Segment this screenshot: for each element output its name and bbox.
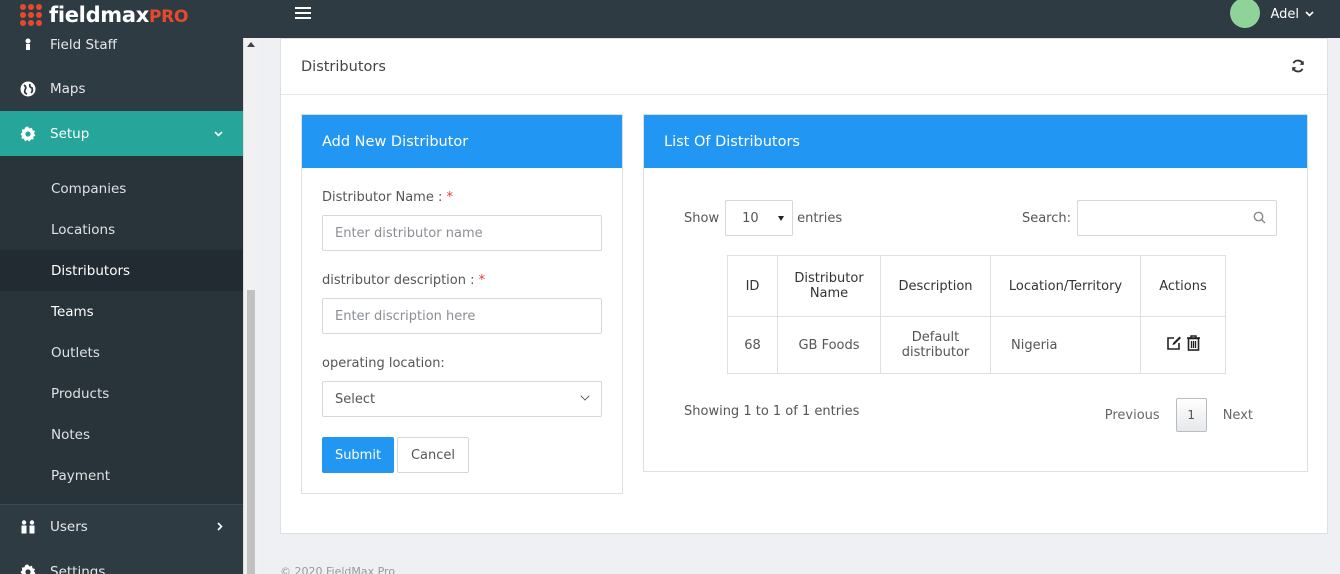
operating-location-label: operating location: (322, 356, 445, 371)
chevron-down-icon (214, 127, 223, 140)
sidebar-item-products[interactable]: Products (0, 373, 243, 414)
sidebar: Field Staff Maps Setup Companies Locatio… (0, 38, 243, 574)
gear-icon (20, 126, 36, 142)
cell-name: GB Foods (777, 316, 881, 374)
user-name: Adel (1270, 6, 1299, 22)
chevron-down-icon (580, 391, 590, 401)
entries-length-control: Show 10 entries (684, 200, 842, 236)
sidebar-item-label: Settings (50, 563, 106, 574)
column-header-id[interactable]: ID (727, 255, 778, 317)
scrollbar-thumb[interactable] (247, 290, 255, 574)
distributor-list-panel: List Of Distributors Show 10 entries Sea… (643, 114, 1308, 472)
brand-name: fieldmax (49, 3, 150, 27)
table-search: Search: (1022, 200, 1277, 236)
sidebar-item-field-staff[interactable]: Field Staff (0, 38, 243, 53)
entries-select[interactable]: 10 (725, 200, 794, 236)
operating-location-value: Select (335, 391, 376, 407)
menu-toggle-icon[interactable] (295, 7, 311, 20)
sidebar-item-companies[interactable]: Companies (0, 168, 243, 209)
entries-value: 10 (742, 210, 759, 226)
sidebar-scrollbar[interactable] (243, 38, 258, 574)
cell-id: 68 (727, 316, 778, 374)
page-title: Distributors (281, 39, 1327, 95)
refresh-icon[interactable] (1291, 59, 1307, 75)
sidebar-item-teams[interactable]: Teams (0, 291, 243, 332)
table-header-row: ID Distributor Name Description Location… (727, 255, 1226, 317)
sidebar-item-notes[interactable]: Notes (0, 414, 243, 455)
scroll-up-arrow-icon[interactable] (247, 42, 255, 47)
distributor-name-field[interactable] (322, 215, 602, 251)
search-icon (1253, 211, 1266, 228)
cell-location: Nigeria (990, 316, 1141, 374)
chevron-down-icon (1305, 9, 1314, 20)
page-button-1[interactable]: 1 (1175, 398, 1207, 432)
distributors-table: ID Distributor Name Description Location… (727, 255, 1226, 374)
distributor-name-label: Distributor Name : * (322, 190, 453, 205)
column-header-location[interactable]: Location/Territory (990, 255, 1141, 317)
column-header-actions: Actions (1140, 255, 1226, 317)
entries-label: entries (797, 210, 843, 226)
chevron-right-icon (217, 521, 223, 534)
search-input[interactable] (1077, 200, 1277, 236)
person-pin-icon (20, 38, 36, 53)
top-bar: fieldmaxPRO Adel (0, 0, 1340, 38)
sidebar-item-distributors[interactable]: Distributors (0, 250, 243, 291)
delete-icon[interactable] (1186, 335, 1201, 351)
distributor-description-field[interactable] (322, 298, 602, 334)
sidebar-item-label: Maps (50, 80, 86, 97)
sidebar-item-label: Users (50, 519, 88, 535)
caret-down-icon (778, 216, 785, 221)
brand-suffix: PRO (149, 7, 189, 27)
sidebar-item-users[interactable]: Users (0, 505, 243, 549)
table-row: 68 GB Foods Default distributor Nigeria (727, 316, 1226, 374)
user-menu[interactable]: Adel (1230, 0, 1314, 28)
sidebar-item-label: Setup (50, 125, 90, 142)
pagination: Previous 1 Next (1105, 398, 1253, 432)
sidebar-item-label: Field Staff (50, 38, 117, 53)
avatar[interactable] (1230, 0, 1261, 28)
table-info: Showing 1 to 1 of 1 entries (684, 404, 860, 419)
column-header-description[interactable]: Description (880, 255, 991, 317)
globe-icon (20, 81, 36, 97)
setup-submenu: Companies Locations Distributors Teams O… (0, 156, 243, 504)
list-title: List Of Distributors (644, 115, 1307, 168)
submit-button[interactable]: Submit (322, 437, 394, 473)
cell-description: Default distributor (880, 316, 991, 374)
form-title: Add New Distributor (302, 115, 622, 168)
sidebar-item-locations[interactable]: Locations (0, 209, 243, 250)
sidebar-item-setup[interactable]: Setup (0, 111, 243, 156)
show-label: Show (684, 210, 720, 226)
search-label: Search: (1021, 210, 1071, 226)
sidebar-item-settings[interactable]: Settings (0, 549, 243, 574)
sidebar-item-maps[interactable]: Maps (0, 66, 243, 111)
brand-logo[interactable]: fieldmaxPRO (20, 0, 188, 30)
sidebar-item-outlets[interactable]: Outlets (0, 332, 243, 373)
users-icon (20, 519, 36, 535)
column-header-name[interactable]: Distributor Name (777, 255, 881, 317)
operating-location-select[interactable]: Select (322, 381, 602, 417)
cancel-button[interactable]: Cancel (397, 437, 469, 473)
add-distributor-panel: Add New Distributor Distributor Name : *… (301, 114, 623, 494)
previous-button[interactable]: Previous (1105, 408, 1160, 423)
cell-actions (1140, 316, 1226, 374)
edit-icon[interactable] (1166, 335, 1182, 351)
footer-copyright: © 2020 FieldMax Pro (280, 565, 396, 574)
distributor-description-label: distributor description : * (322, 273, 486, 288)
sidebar-item-payment[interactable]: Payment (0, 455, 243, 496)
distributors-card: Distributors Add New Distributor Distrib… (280, 38, 1328, 534)
gear-icon (20, 564, 36, 574)
next-button[interactable]: Next (1223, 408, 1253, 423)
logo-dots-icon (20, 4, 42, 26)
